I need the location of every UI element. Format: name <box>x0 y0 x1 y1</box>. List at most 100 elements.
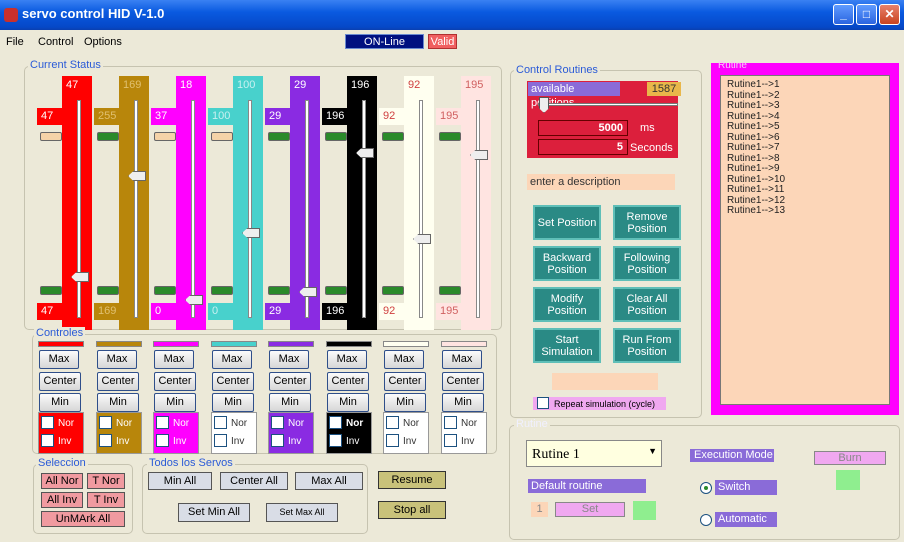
repeat-checkbox[interactable] <box>537 397 549 409</box>
modify-position-button[interactable]: Modify Position <box>533 287 601 322</box>
min-button[interactable]: Min <box>97 393 139 412</box>
servo-slider-track[interactable] <box>77 100 81 318</box>
center-button[interactable]: Center <box>97 372 139 391</box>
servo-slider-track[interactable] <box>191 100 195 318</box>
min-button[interactable]: Min <box>384 393 426 412</box>
switch-radio[interactable] <box>700 482 712 494</box>
list-item[interactable]: Rutine1-->7 <box>727 142 883 154</box>
minimize-button[interactable]: _ <box>833 4 854 25</box>
center-button[interactable]: Center <box>269 372 311 391</box>
menu-file[interactable]: File <box>6 36 24 48</box>
max-button[interactable]: Max <box>384 350 424 369</box>
rutine-list[interactable]: Rutine1-->1 Rutine1-->2 Rutine1-->3 Rutine1… <box>720 75 890 405</box>
ms-input[interactable]: 5000 <box>538 120 628 136</box>
position-slider-track[interactable] <box>538 103 678 106</box>
following-position-button[interactable]: Following Position <box>613 246 681 281</box>
clear-all-position-button[interactable]: Clear All Position <box>613 287 681 322</box>
inv-checkbox[interactable] <box>156 434 169 447</box>
menu-control[interactable]: Control <box>38 36 73 48</box>
center-button[interactable]: Center <box>327 372 369 391</box>
inv-checkbox[interactable] <box>99 434 112 447</box>
max-button[interactable]: Max <box>154 350 194 369</box>
inv-checkbox[interactable] <box>271 434 284 447</box>
resume-button[interactable]: Resume <box>378 471 446 489</box>
seconds-input[interactable]: 5 <box>538 139 628 155</box>
nor-checkbox[interactable] <box>156 416 169 429</box>
valid-indicator: Valid <box>428 34 457 49</box>
set-button[interactable]: Set <box>555 502 625 517</box>
servo-slider-track[interactable] <box>419 100 423 318</box>
max-button[interactable]: Max <box>97 350 137 369</box>
nor-checkbox[interactable] <box>41 416 54 429</box>
nor-checkbox[interactable] <box>271 416 284 429</box>
center-button[interactable]: Center <box>39 372 81 391</box>
max-button[interactable]: Max <box>327 350 367 369</box>
servo-slider-track[interactable] <box>476 100 480 318</box>
min-button[interactable]: Min <box>154 393 196 412</box>
servo-slider-track[interactable] <box>134 100 138 318</box>
center-button[interactable]: Center <box>212 372 254 391</box>
t-inv-button[interactable]: T Inv <box>87 492 125 508</box>
max-button[interactable]: Max <box>269 350 309 369</box>
default-routine-number[interactable]: 1 <box>531 502 548 517</box>
max-button[interactable]: Max <box>39 350 79 369</box>
center-all-button[interactable]: Center All <box>220 472 288 490</box>
center-button[interactable]: Center <box>384 372 426 391</box>
remove-position-button[interactable]: Remove Position <box>613 205 681 240</box>
inv-label: Inv <box>58 436 72 447</box>
start-simulation-button[interactable]: Start Simulation <box>533 328 601 363</box>
nor-checkbox[interactable] <box>444 416 457 429</box>
min-button[interactable]: Min <box>327 393 369 412</box>
close-button[interactable]: ✕ <box>879 4 900 25</box>
menu-options[interactable]: Options <box>84 36 122 48</box>
nor-checkbox[interactable] <box>329 416 342 429</box>
list-item[interactable]: Rutine1-->5 <box>727 121 883 133</box>
center-button[interactable]: Center <box>154 372 196 391</box>
all-inv-button[interactable]: All Inv <box>41 492 83 508</box>
rutine-select[interactable]: Rutine 1 ▼ <box>526 440 662 467</box>
inv-checkbox[interactable] <box>386 434 399 447</box>
unmark-all-button[interactable]: UnMArk All <box>41 511 125 527</box>
all-nor-button[interactable]: All Nor <box>41 473 83 489</box>
title-bar[interactable]: servo control HID V-1.0 _ □ ✕ <box>0 0 904 30</box>
run-from-position-button[interactable]: Run From Position <box>613 328 681 363</box>
servo-indicator-bottom <box>154 286 176 295</box>
max-button[interactable]: Max <box>442 350 482 369</box>
inv-checkbox[interactable] <box>329 434 342 447</box>
set-max-all-button[interactable]: Set Max All <box>266 503 338 522</box>
list-item[interactable]: Rutine1-->13 <box>727 205 883 217</box>
max-button[interactable]: Max <box>212 350 252 369</box>
nor-checkbox[interactable] <box>386 416 399 429</box>
description-input[interactable]: enter a description <box>527 174 675 190</box>
servo-slider-track[interactable] <box>362 100 366 318</box>
inv-checkbox[interactable] <box>41 434 54 447</box>
backward-position-button[interactable]: Backward Position <box>533 246 601 281</box>
set-indicator <box>633 501 656 520</box>
servo-slider-track[interactable] <box>305 100 309 318</box>
min-all-button[interactable]: Min All <box>148 472 212 490</box>
min-button[interactable]: Min <box>442 393 484 412</box>
min-button[interactable]: Min <box>269 393 311 412</box>
max-all-button[interactable]: Max All <box>295 472 363 490</box>
list-item[interactable]: Rutine1-->11 <box>727 184 883 196</box>
nor-checkbox[interactable] <box>99 416 112 429</box>
automatic-radio[interactable] <box>700 514 712 526</box>
inv-label: Inv <box>346 436 360 447</box>
maximize-button[interactable]: □ <box>856 4 877 25</box>
burn-button[interactable]: Burn <box>814 451 886 465</box>
servo-slider-track[interactable] <box>248 100 252 318</box>
set-min-all-button[interactable]: Set Min All <box>178 503 250 522</box>
min-button[interactable]: Min <box>39 393 81 412</box>
inv-checkbox[interactable] <box>214 434 227 447</box>
set-position-button[interactable]: Set Position <box>533 205 601 240</box>
list-item[interactable]: Rutine1-->1 <box>727 79 883 91</box>
center-button[interactable]: Center <box>442 372 484 391</box>
list-item[interactable]: Rutine1-->3 <box>727 100 883 112</box>
nor-checkbox[interactable] <box>214 416 227 429</box>
list-item[interactable]: Rutine1-->9 <box>727 163 883 175</box>
rutine-list-label: Rutine <box>718 60 747 71</box>
min-button[interactable]: Min <box>212 393 254 412</box>
stop-all-button[interactable]: Stop all <box>378 501 446 519</box>
t-nor-button[interactable]: T Nor <box>87 473 125 489</box>
inv-checkbox[interactable] <box>444 434 457 447</box>
